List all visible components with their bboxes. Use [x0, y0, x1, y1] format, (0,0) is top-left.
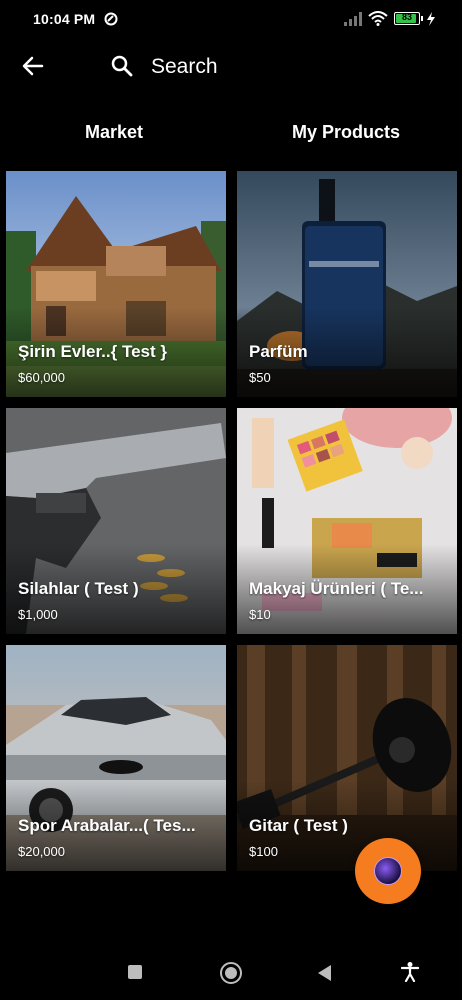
accessibility-icon[interactable]: [401, 962, 419, 982]
search-icon[interactable]: [110, 54, 134, 78]
battery-level: 83: [401, 12, 412, 22]
profile-orb-icon: [374, 857, 402, 885]
back-button[interactable]: [18, 51, 48, 81]
product-title: Makyaj Ürünleri ( Te...: [249, 579, 424, 598]
product-card[interactable]: Şirin Evler..{ Test } $60,000: [6, 171, 226, 397]
product-price: $10: [249, 607, 271, 622]
product-card[interactable]: Parfüm $50: [237, 171, 457, 397]
product-price: $100: [249, 844, 278, 859]
product-title: Parfüm: [249, 342, 308, 361]
product-title: Silahlar ( Test ): [18, 579, 139, 598]
product-price: $1,000: [18, 607, 58, 622]
product-title: Gitar ( Test ): [249, 816, 348, 835]
status-time: 10:04 PM: [33, 11, 96, 27]
status-bar: 10:04 PM 83: [0, 0, 462, 40]
system-nav-bar: [0, 940, 462, 1000]
product-price: $50: [249, 370, 271, 385]
wifi-icon: [368, 11, 388, 26]
product-card[interactable]: Gitar ( Test ) $100: [237, 645, 457, 871]
search-field[interactable]: Search: [151, 55, 218, 79]
floating-action-button[interactable]: [355, 838, 421, 904]
product-card[interactable]: Makyaj Ürünleri ( Te... $10: [237, 408, 457, 634]
battery-icon: 83: [394, 12, 423, 25]
recents-square-icon[interactable]: [128, 965, 142, 979]
product-price: $60,000: [18, 370, 65, 385]
product-card[interactable]: Spor Arabalar...( Tes... $20,000: [6, 645, 226, 871]
product-price: $20,000: [18, 844, 65, 859]
home-circle-icon[interactable]: [220, 962, 242, 984]
signal-icon: [344, 11, 362, 26]
product-title: Şirin Evler..{ Test }: [18, 342, 167, 361]
app-notification-icon: [104, 12, 118, 26]
back-triangle-icon[interactable]: [318, 965, 331, 981]
charging-icon: [427, 11, 435, 26]
tab-market[interactable]: Market: [85, 122, 143, 143]
product-title: Spor Arabalar...( Tes...: [18, 816, 196, 835]
product-card[interactable]: Silahlar ( Test ) $1,000: [6, 408, 226, 634]
arrow-left-icon: [22, 56, 44, 76]
tab-my-products[interactable]: My Products: [292, 122, 400, 143]
